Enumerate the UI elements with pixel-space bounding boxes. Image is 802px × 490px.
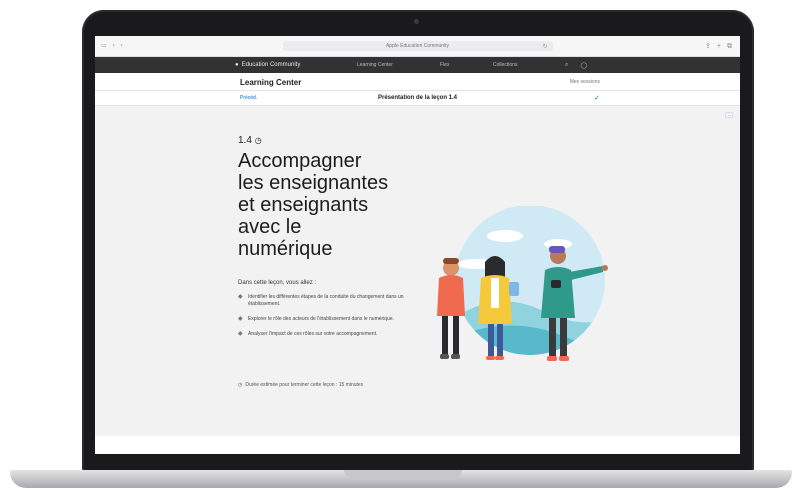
lesson-title-line: Accompagner bbox=[238, 150, 362, 172]
browser-toolbar: ▭ ‹ › Apple Education Community ↻ ⇪ + ⧉ bbox=[95, 36, 740, 57]
lesson-title-line: et enseignants bbox=[238, 194, 369, 216]
checkmark-icon[interactable]: ✓ bbox=[594, 94, 600, 102]
lesson-title-line: numérique bbox=[238, 238, 333, 260]
clock-icon: ◷ bbox=[254, 136, 262, 145]
objective-text: Analyser l'impact de ces rôles sur votre… bbox=[248, 331, 378, 337]
lesson-duration-text: Durée estimée pour terminer cette leçon … bbox=[245, 382, 364, 388]
lesson-intro: Dans cette leçon, vous allez : bbox=[238, 280, 317, 286]
community-brand[interactable]: ● Education Community bbox=[235, 62, 300, 68]
learning-center-right-link[interactable]: Mes sessions bbox=[570, 79, 600, 85]
lesson-title: Accompagner les enseignantes et enseigna… bbox=[238, 150, 438, 260]
community-nav: ● Education Community Learning Center Fl… bbox=[95, 57, 740, 73]
reload-icon[interactable]: ↻ bbox=[542, 43, 547, 50]
lesson-bar-title: Présentation de la leçon 1.4 bbox=[377, 95, 458, 101]
list-item: ◆ Identifier les différentes étapes de la… bbox=[238, 294, 413, 308]
tabs-icon[interactable]: ⧉ bbox=[727, 43, 732, 50]
list-item: ◆ Analyser l'impact de ces rôles sur votr… bbox=[238, 331, 413, 338]
learning-center-header: Learning Center Mes sessions bbox=[95, 73, 740, 91]
nav-link-collections[interactable]: Collections bbox=[493, 62, 517, 68]
clock-icon: ◷ bbox=[238, 382, 243, 388]
lesson-duration: ◷ Durée estimée pour terminer cette leço… bbox=[238, 382, 478, 388]
lesson-number-text: 1.4 bbox=[238, 135, 252, 146]
address-bar[interactable]: Apple Education Community ↻ bbox=[282, 41, 553, 51]
lesson-bar: Précéd. Présentation de la leçon 1.4 ✓ bbox=[95, 91, 740, 106]
community-brand-label: Education Community bbox=[241, 62, 301, 68]
lesson-illustration bbox=[437, 206, 608, 361]
lesson-number: 1.4 ◷ bbox=[238, 135, 262, 146]
list-item: ◆ Explorer le rôle des acteurs de l'établ… bbox=[238, 316, 413, 323]
forward-icon[interactable]: › bbox=[121, 43, 123, 49]
page-bottom-band bbox=[95, 436, 740, 454]
sidebar-icon[interactable]: ▭ bbox=[101, 43, 107, 49]
new-tab-icon[interactable]: + bbox=[717, 43, 721, 50]
back-icon[interactable]: ‹ bbox=[113, 43, 115, 49]
bullet-icon: ◆ bbox=[238, 294, 243, 300]
bullet-icon: ◆ bbox=[238, 316, 243, 322]
share-icon[interactable]: ⇪ bbox=[705, 43, 711, 50]
learning-center-title[interactable]: Learning Center bbox=[240, 78, 301, 87]
hill-front bbox=[455, 325, 605, 355]
lesson-title-line: avec le bbox=[238, 216, 302, 238]
lesson-content: — 1.4 ◷ Accompagner les enseignantes et … bbox=[95, 106, 740, 436]
search-icon[interactable]: ⌕ bbox=[565, 62, 568, 69]
apple-logo-icon: ● bbox=[235, 62, 239, 68]
cloud-icon bbox=[487, 230, 523, 242]
laptop-notch bbox=[344, 470, 462, 478]
nav-link-learning-center[interactable]: Learning Center bbox=[357, 62, 393, 68]
objective-text: Explorer le rôle des acteurs de l'établi… bbox=[248, 316, 395, 322]
laptop-screen: ▭ ‹ › Apple Education Community ↻ ⇪ + ⧉ … bbox=[95, 36, 740, 454]
objectives-list: ◆ Identifier les différentes étapes de la… bbox=[238, 294, 413, 346]
objective-text: Identifier les différentes étapes de la … bbox=[248, 294, 404, 307]
lesson-title-line: les enseignantes bbox=[238, 172, 389, 194]
bullet-icon: ◆ bbox=[238, 331, 243, 337]
nav-link-flex[interactable]: Flex bbox=[440, 62, 449, 68]
collapse-button[interactable]: — bbox=[725, 112, 733, 118]
profile-icon[interactable]: ◯ bbox=[580, 62, 587, 69]
address-bar-text: Apple Education Community bbox=[385, 43, 450, 49]
camera-icon bbox=[414, 19, 419, 24]
